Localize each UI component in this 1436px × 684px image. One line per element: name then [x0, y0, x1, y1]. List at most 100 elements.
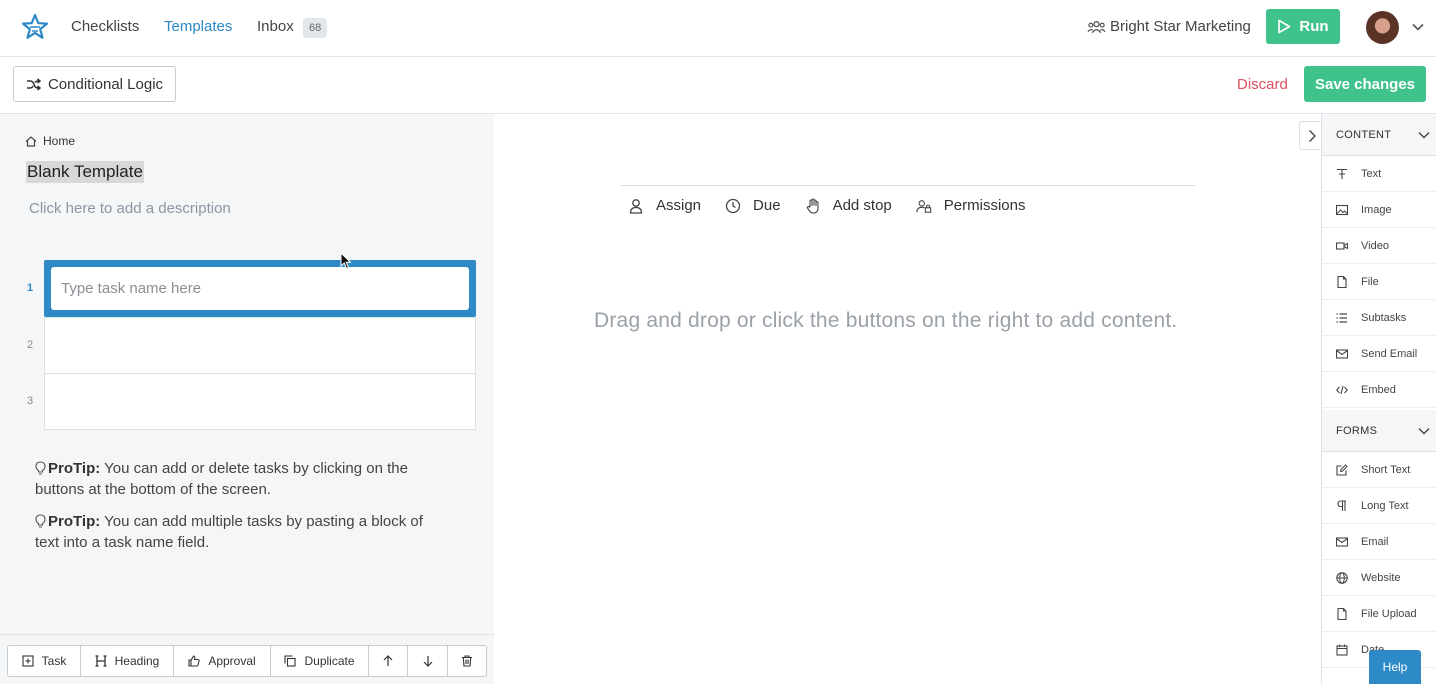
conditional-logic-label: Conditional Logic	[47, 75, 164, 93]
task-actions-group: Task Heading Approval Duplicate	[7, 645, 487, 677]
nav-inbox[interactable]: Inbox	[257, 18, 294, 35]
run-label: Run	[1299, 18, 1329, 35]
add-heading-button[interactable]: Heading	[81, 646, 174, 676]
widget-send-email[interactable]: Send Email	[1322, 336, 1436, 372]
add-task-label: Task	[41, 654, 67, 668]
chevron-down-icon	[1418, 428, 1430, 435]
add-heading-label: Heading	[114, 654, 160, 668]
content-widgets-sidebar: CONTENT Text Image Video File Subtasks S…	[1321, 114, 1436, 684]
nav-checklists[interactable]: Checklists	[71, 18, 139, 35]
permissions-label: Permissions	[943, 197, 1026, 214]
duplicate-button[interactable]: Duplicate	[271, 646, 369, 676]
plus-square-icon	[22, 655, 34, 667]
collapse-sidebar-button[interactable]	[1299, 121, 1323, 150]
assign-label: Assign	[656, 197, 702, 214]
task-number: 2	[27, 339, 34, 351]
mouse-cursor-icon	[340, 252, 352, 270]
protip: ProTip: You can add multiple tasks by pa…	[35, 511, 435, 553]
discard-button[interactable]: Discard	[1237, 76, 1288, 93]
video-icon	[1336, 241, 1348, 250]
widget-label: Website	[1361, 571, 1401, 584]
chevron-down-icon[interactable]	[1411, 20, 1425, 34]
envelope-icon	[1336, 536, 1348, 547]
widget-label: Subtasks	[1361, 311, 1407, 324]
code-icon	[1336, 385, 1348, 394]
widget-long-text[interactable]: Long Text	[1322, 488, 1436, 524]
content-section-header[interactable]: CONTENT	[1322, 114, 1436, 156]
forms-section-title: FORMS	[1336, 424, 1378, 437]
task-content-area: Assign Due Add stop Permissions Drag and…	[494, 114, 1321, 684]
hand-stop-icon	[806, 197, 819, 214]
task-properties-bar: Assign Due Add stop Permissions	[628, 197, 1025, 214]
editor-toolbar: Conditional Logic Discard Save changes	[0, 57, 1436, 114]
users-icon	[1087, 20, 1106, 33]
delete-button[interactable]	[448, 646, 486, 676]
forms-section-header[interactable]: FORMS	[1322, 410, 1436, 452]
widget-email[interactable]: Email	[1322, 524, 1436, 560]
move-up-button[interactable]	[369, 646, 408, 676]
arrow-down-icon	[423, 656, 432, 667]
star-logo-icon[interactable]	[21, 13, 49, 41]
add-task-button[interactable]: Task	[8, 646, 81, 676]
template-description[interactable]: Click here to add a description	[29, 200, 231, 217]
globe-icon	[1336, 571, 1348, 584]
envelope-icon	[1336, 348, 1348, 359]
thumbs-up-icon	[188, 655, 200, 667]
widget-label: Embed	[1361, 383, 1396, 396]
image-icon	[1336, 204, 1348, 215]
widget-label: Image	[1361, 203, 1392, 216]
task-actions-bar: Task Heading Approval Duplicate	[0, 634, 494, 684]
widget-text[interactable]: Text	[1322, 156, 1436, 192]
conditional-logic-button[interactable]: Conditional Logic	[13, 66, 176, 102]
shuffle-icon	[26, 77, 41, 91]
inbox-count-badge: 68	[303, 18, 328, 38]
task-name-input[interactable]	[51, 267, 469, 310]
widget-label: Text	[1361, 167, 1382, 180]
chevron-right-icon	[1308, 129, 1316, 142]
file-icon	[1337, 607, 1347, 620]
text-icon	[1337, 168, 1347, 179]
breadcrumb[interactable]: Home	[25, 134, 75, 148]
content-section-title: CONTENT	[1336, 128, 1392, 141]
task-row-active[interactable]	[44, 260, 476, 317]
widget-image[interactable]: Image	[1322, 192, 1436, 228]
organization-switcher[interactable]: Bright Star Marketing	[1087, 18, 1251, 35]
top-navigation: Checklists Templates Inbox 68 Bright Sta…	[0, 0, 1436, 57]
save-changes-button[interactable]: Save changes	[1304, 66, 1426, 102]
widget-short-text[interactable]: Short Text	[1322, 452, 1436, 488]
chevron-down-icon	[1418, 132, 1430, 139]
divider	[620, 185, 1196, 186]
template-title[interactable]: Blank Template	[26, 161, 144, 183]
task-row[interactable]	[44, 317, 476, 374]
widget-file-upload[interactable]: File Upload	[1322, 596, 1436, 632]
widget-label: Video	[1361, 239, 1389, 252]
task-row[interactable]	[44, 373, 476, 430]
widget-label: Long Text	[1361, 499, 1409, 512]
add-approval-label: Approval	[208, 654, 256, 668]
lightbulb-icon	[35, 514, 46, 528]
task-list-panel: Home Blank Template Click here to add a …	[0, 114, 494, 684]
widget-label: File Upload	[1361, 607, 1417, 620]
help-button[interactable]: Help	[1369, 650, 1421, 684]
home-icon	[25, 135, 37, 147]
widget-embed[interactable]: Embed	[1322, 372, 1436, 408]
permissions-button[interactable]: Permissions	[916, 197, 1026, 214]
empty-state-message: Drag and drop or click the buttons on th…	[594, 309, 1178, 332]
widget-website[interactable]: Website	[1322, 560, 1436, 596]
widget-video[interactable]: Video	[1322, 228, 1436, 264]
due-button[interactable]: Due	[725, 197, 781, 214]
edit-icon	[1336, 463, 1348, 476]
move-down-button[interactable]	[408, 646, 448, 676]
widget-label: Email	[1361, 535, 1389, 548]
nav-templates[interactable]: Templates	[164, 18, 232, 35]
avatar[interactable]	[1366, 11, 1399, 44]
add-approval-button[interactable]: Approval	[174, 646, 271, 676]
add-stop-button[interactable]: Add stop	[805, 197, 892, 214]
paragraph-icon	[1337, 499, 1346, 511]
widget-subtasks[interactable]: Subtasks	[1322, 300, 1436, 336]
assign-button[interactable]: Assign	[628, 197, 701, 214]
run-button[interactable]: Run	[1266, 9, 1340, 44]
breadcrumb-home: Home	[43, 134, 76, 148]
widget-file[interactable]: File	[1322, 264, 1436, 300]
protip-label: ProTip:	[48, 460, 101, 477]
